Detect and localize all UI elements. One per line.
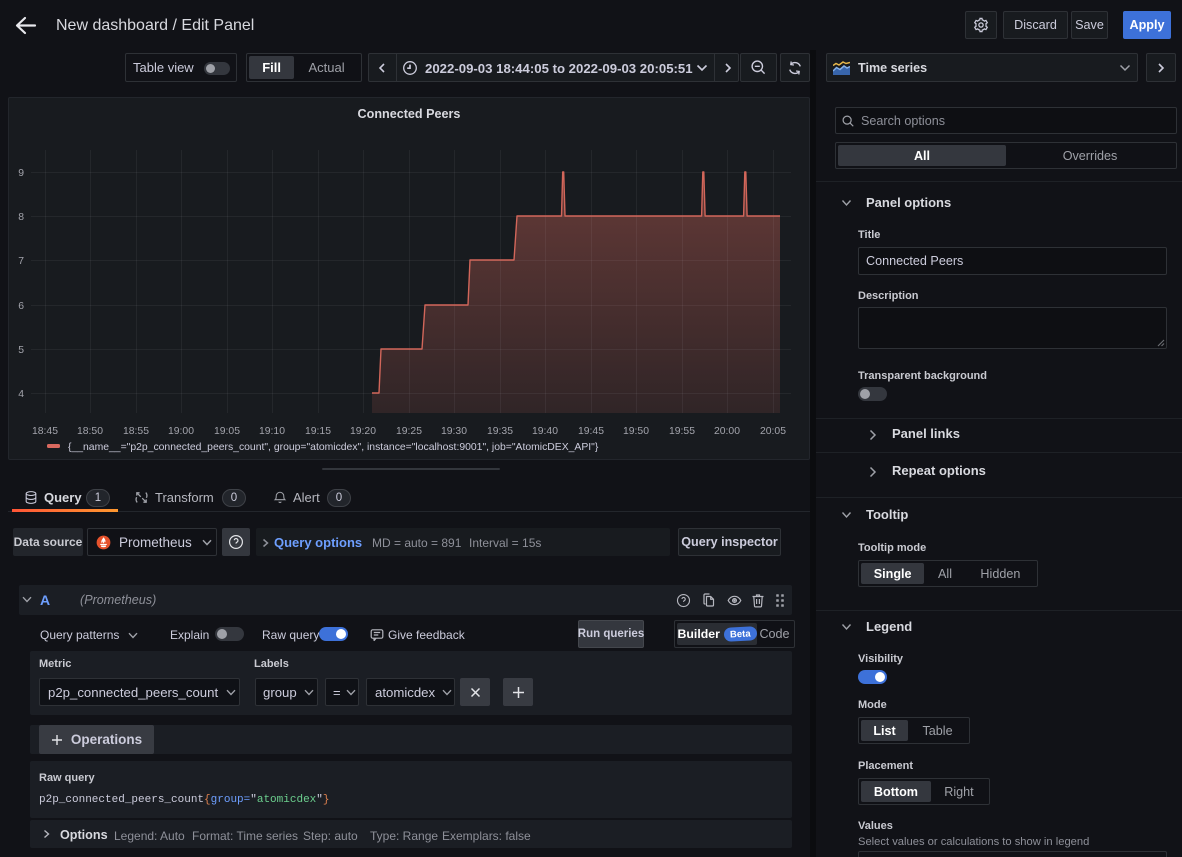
svg-text:9: 9 <box>18 168 24 179</box>
svg-text:5: 5 <box>18 345 24 356</box>
svg-text:19:40: 19:40 <box>532 426 558 437</box>
svg-text:19:10: 19:10 <box>259 426 285 437</box>
svg-text:19:00: 19:00 <box>168 426 194 437</box>
svg-text:18:45: 18:45 <box>32 426 58 437</box>
svg-text:19:05: 19:05 <box>214 426 240 437</box>
svg-text:19:20: 19:20 <box>350 426 376 437</box>
svg-text:19:25: 19:25 <box>396 426 422 437</box>
svg-text:20:05: 20:05 <box>760 426 786 437</box>
svg-text:19:15: 19:15 <box>305 426 331 437</box>
svg-text:{__name__="p2p_connected_peers: {__name__="p2p_connected_peers_count", g… <box>68 442 599 453</box>
svg-text:19:30: 19:30 <box>441 426 467 437</box>
svg-text:18:50: 18:50 <box>77 426 103 437</box>
svg-text:18:55: 18:55 <box>123 426 149 437</box>
svg-text:8: 8 <box>18 212 24 223</box>
svg-text:19:55: 19:55 <box>669 426 695 437</box>
svg-text:19:35: 19:35 <box>487 426 513 437</box>
svg-text:6: 6 <box>18 301 24 312</box>
svg-text:7: 7 <box>18 256 24 267</box>
svg-text:19:45: 19:45 <box>578 426 604 437</box>
svg-text:4: 4 <box>18 389 24 400</box>
svg-text:19:50: 19:50 <box>623 426 649 437</box>
svg-text:20:00: 20:00 <box>714 426 740 437</box>
